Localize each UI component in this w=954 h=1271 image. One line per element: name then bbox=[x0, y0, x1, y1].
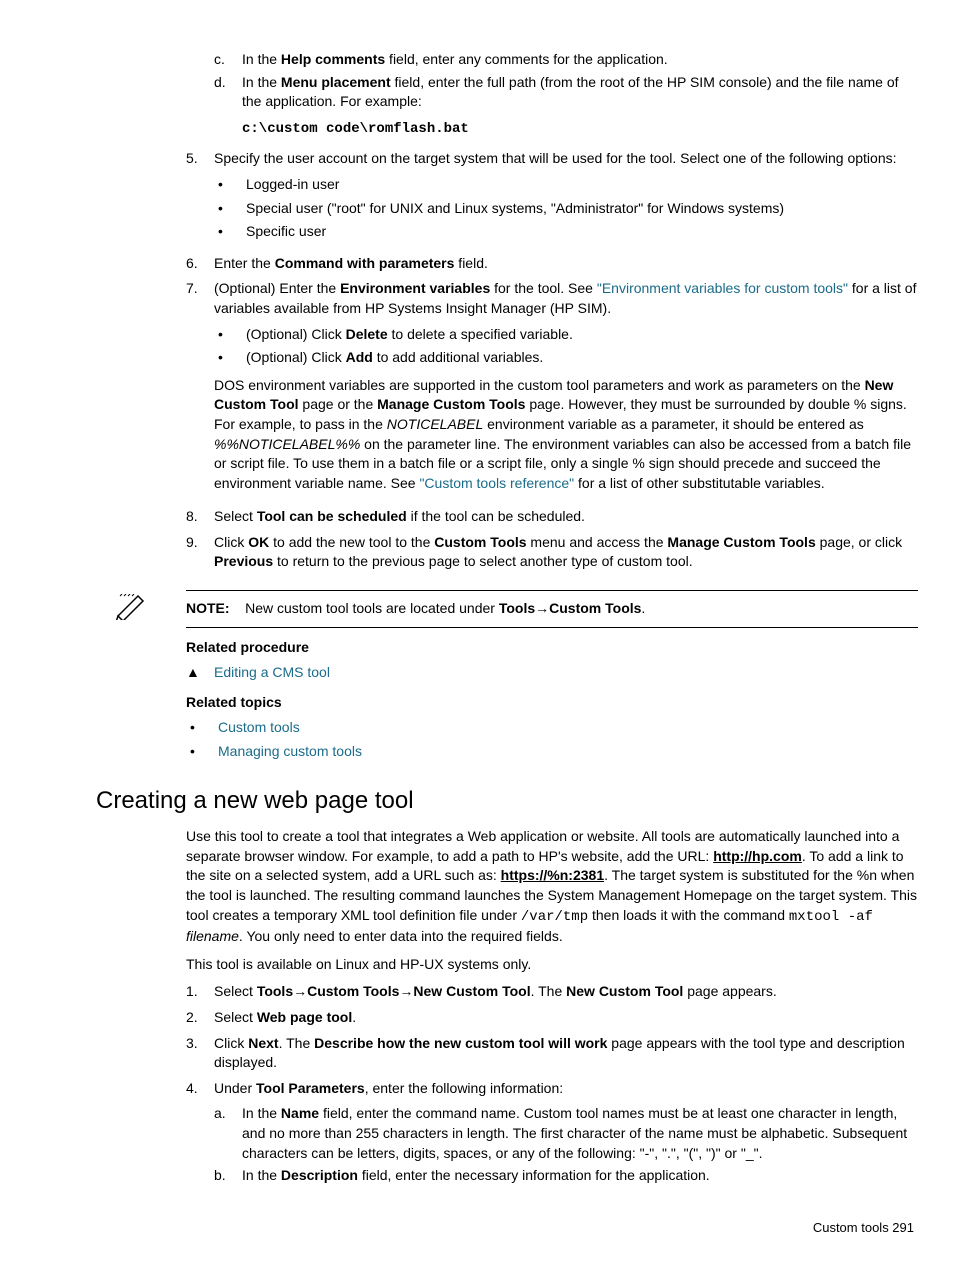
web-step-2: 2. Select Web page tool. bbox=[186, 1008, 918, 1028]
link-env-vars[interactable]: "Environment variables for custom tools" bbox=[597, 280, 848, 296]
marker-c: c. bbox=[214, 50, 242, 70]
bullet-specific-user: •Specific user bbox=[214, 222, 918, 242]
substep-c: c. In the Help comments field, enter any… bbox=[214, 50, 918, 70]
substep-d: d. In the Menu placement field, enter th… bbox=[214, 73, 918, 140]
bullet-add: •(Optional) Click Add to add additional … bbox=[214, 348, 918, 368]
step-6: 6. Enter the Command with parameters fie… bbox=[186, 254, 918, 274]
note-icon bbox=[36, 590, 186, 625]
web-step-4: 4. Under Tool Parameters, enter the foll… bbox=[186, 1079, 918, 1189]
link-custom-tools[interactable]: Custom tools bbox=[218, 718, 300, 738]
related-procedure-heading: Related procedure bbox=[186, 638, 918, 658]
related-topics-heading: Related topics bbox=[186, 693, 918, 713]
link-custom-tools-ref[interactable]: "Custom tools reference" bbox=[419, 475, 574, 491]
step-5: 5. Specify the user account on the targe… bbox=[186, 149, 918, 247]
dos-paragraph: DOS environment variables are supported … bbox=[214, 376, 918, 494]
link-managing-custom-tools[interactable]: Managing custom tools bbox=[218, 742, 362, 762]
intro-paragraph: Use this tool to create a tool that inte… bbox=[186, 827, 918, 947]
section-heading: Creating a new web page tool bbox=[96, 784, 918, 818]
link-editing-cms[interactable]: Editing a CMS tool bbox=[214, 663, 330, 683]
related-topic-2: •Managing custom tools bbox=[186, 742, 918, 762]
related-proc-item: ▲Editing a CMS tool bbox=[186, 663, 918, 683]
bullet-special-user: •Special user ("root" for UNIX and Linux… bbox=[214, 199, 918, 219]
step-8: 8. Select Tool can be scheduled if the t… bbox=[186, 507, 918, 527]
web-step-3: 3. Click Next. The Describe how the new … bbox=[186, 1034, 918, 1073]
code-example: c:\custom code\romflash.bat bbox=[242, 120, 918, 140]
link-https-n[interactable]: https://%n:2381 bbox=[501, 867, 604, 883]
step-7: 7. (Optional) Enter the Environment vari… bbox=[186, 279, 918, 501]
bullet-logged-in-user: •Logged-in user bbox=[214, 175, 918, 195]
related-topic-1: •Custom tools bbox=[186, 718, 918, 738]
bullet-delete: •(Optional) Click Delete to delete a spe… bbox=[214, 325, 918, 345]
marker-d: d. bbox=[214, 73, 242, 140]
availability-note: This tool is available on Linux and HP-U… bbox=[186, 955, 918, 975]
step-9: 9. Click OK to add the new tool to the C… bbox=[186, 533, 918, 572]
page-footer: Custom tools 291 bbox=[36, 1219, 914, 1237]
web-step-4a: a. In the Name field, enter the command … bbox=[214, 1104, 918, 1163]
note-box: NOTE: New custom tool tools are located … bbox=[36, 590, 918, 628]
web-step-1: 1. Select Tools→Custom Tools→New Custom … bbox=[186, 982, 918, 1002]
link-hp-com[interactable]: http://hp.com bbox=[713, 848, 802, 864]
web-step-4b: b. In the Description field, enter the n… bbox=[214, 1166, 918, 1186]
